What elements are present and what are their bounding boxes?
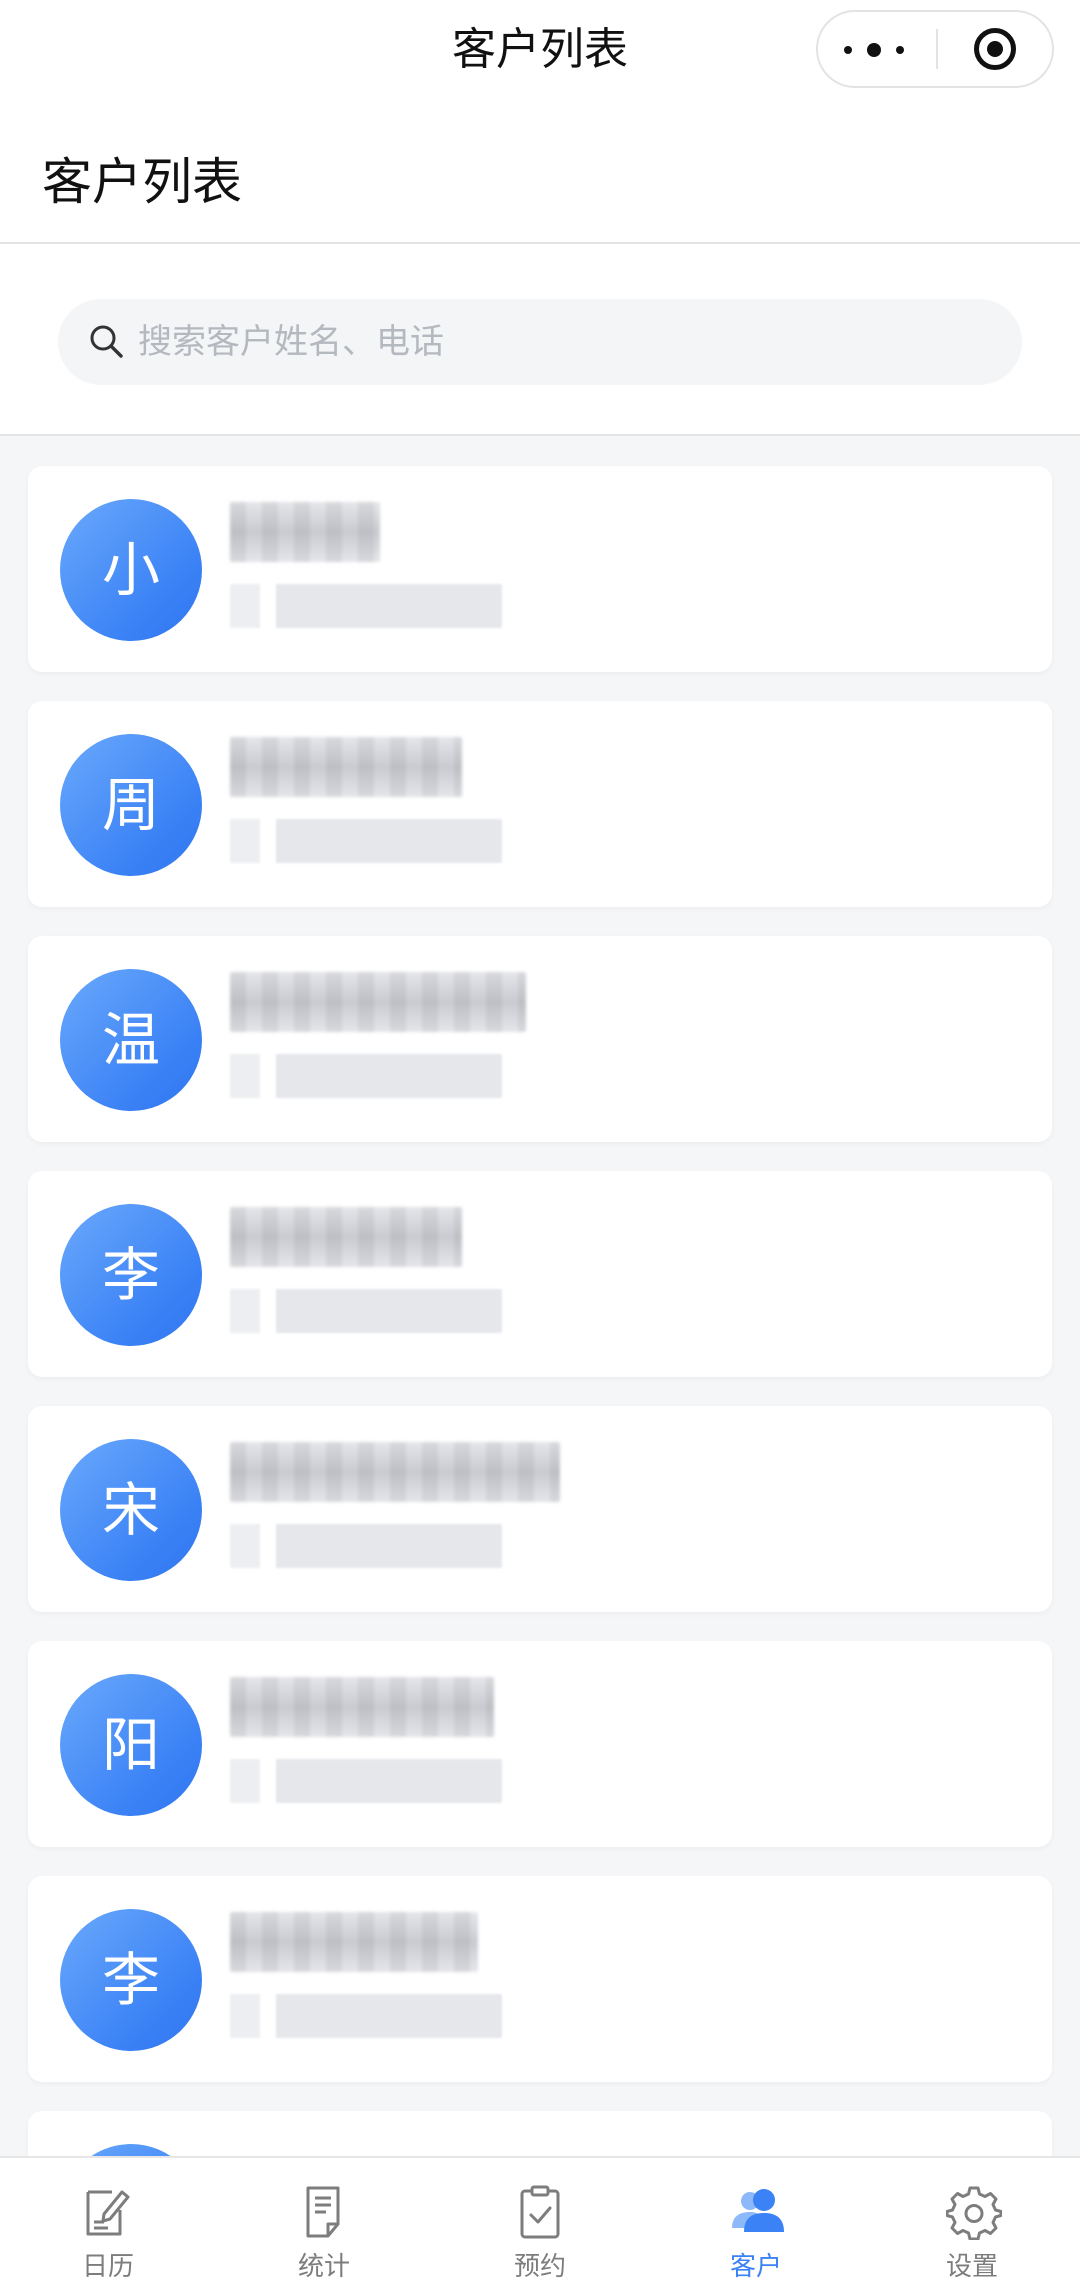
mini-program-capsule [816, 10, 1054, 88]
customer-name-redacted [230, 737, 462, 797]
page-title: 客户列表 [42, 153, 242, 211]
search-icon [90, 325, 123, 358]
report-icon [306, 2186, 340, 2238]
tab-label: 预约 [513, 2252, 566, 2282]
search-bar[interactable] [58, 299, 1022, 385]
customer-name-redacted [230, 502, 380, 562]
customer-name-redacted [230, 1912, 478, 1972]
tab-appointments[interactable]: 预约 [432, 2158, 648, 2295]
more-dots-icon[interactable] [818, 12, 936, 86]
customer-card[interactable]: 阳 [28, 1641, 1052, 1847]
tab-label: 设置 [945, 2252, 998, 2282]
customer-phone-redacted [230, 1054, 502, 1098]
customer-avatar: 周 [60, 734, 202, 876]
customer-name-redacted [230, 1442, 560, 1502]
tab-calendar[interactable]: 日历 [0, 2158, 216, 2295]
customer-card[interactable]: 温 [28, 936, 1052, 1142]
tab-label: 统计 [297, 2252, 350, 2282]
customer-card[interactable]: 宋 [28, 1406, 1052, 1612]
customer-avatar: 温 [60, 969, 202, 1111]
customer-name-redacted [230, 1207, 462, 1267]
tab-label: 日历 [81, 2252, 134, 2282]
mini-program-close-icon[interactable] [938, 12, 1052, 86]
tab-customers[interactable]: 客户 [648, 2158, 864, 2295]
customer-avatar: 李 [60, 1909, 202, 2051]
customer-phone-redacted [230, 584, 502, 628]
tab-statistics[interactable]: 统计 [216, 2158, 432, 2295]
customer-phone-redacted [230, 1759, 502, 1803]
customer-avatar: 小 [60, 499, 202, 641]
customer-phone-redacted [230, 1524, 502, 1568]
customer-phone-redacted [230, 1289, 502, 1333]
customer-card[interactable]: 小 [28, 466, 1052, 672]
tab-bar: 日历 统计 预约 客户 设置 [0, 2156, 1080, 2295]
tab-settings[interactable]: 设置 [864, 2158, 1080, 2295]
customer-avatar: 宋 [60, 1439, 202, 1581]
customer-list[interactable]: 小 周 温 李 宋 阳 李 [0, 436, 1080, 2156]
customer-card[interactable]: 李 [28, 1171, 1052, 1377]
clipboard-check-icon [520, 2185, 560, 2239]
page-header: 客户列表 [0, 100, 1080, 244]
customer-avatar [60, 2144, 202, 2156]
customer-phone-redacted [230, 819, 502, 863]
customer-name-redacted [230, 972, 526, 1032]
customer-name-redacted [230, 1677, 494, 1737]
search-input[interactable] [138, 299, 998, 385]
customer-avatar: 阳 [60, 1674, 202, 1816]
navigation-bar: 客户列表 [0, 0, 1080, 100]
settings-gear-icon [946, 2186, 1002, 2240]
calendar-edit-icon [86, 2190, 130, 2236]
customer-card[interactable] [28, 2111, 1052, 2156]
customer-card[interactable]: 周 [28, 701, 1052, 907]
customers-icon [732, 2189, 784, 2232]
customer-avatar: 李 [60, 1204, 202, 1346]
customer-phone-redacted [230, 1994, 502, 2038]
tab-label: 客户 [729, 2252, 782, 2282]
search-section [0, 244, 1080, 436]
customer-card[interactable]: 李 [28, 1876, 1052, 2082]
